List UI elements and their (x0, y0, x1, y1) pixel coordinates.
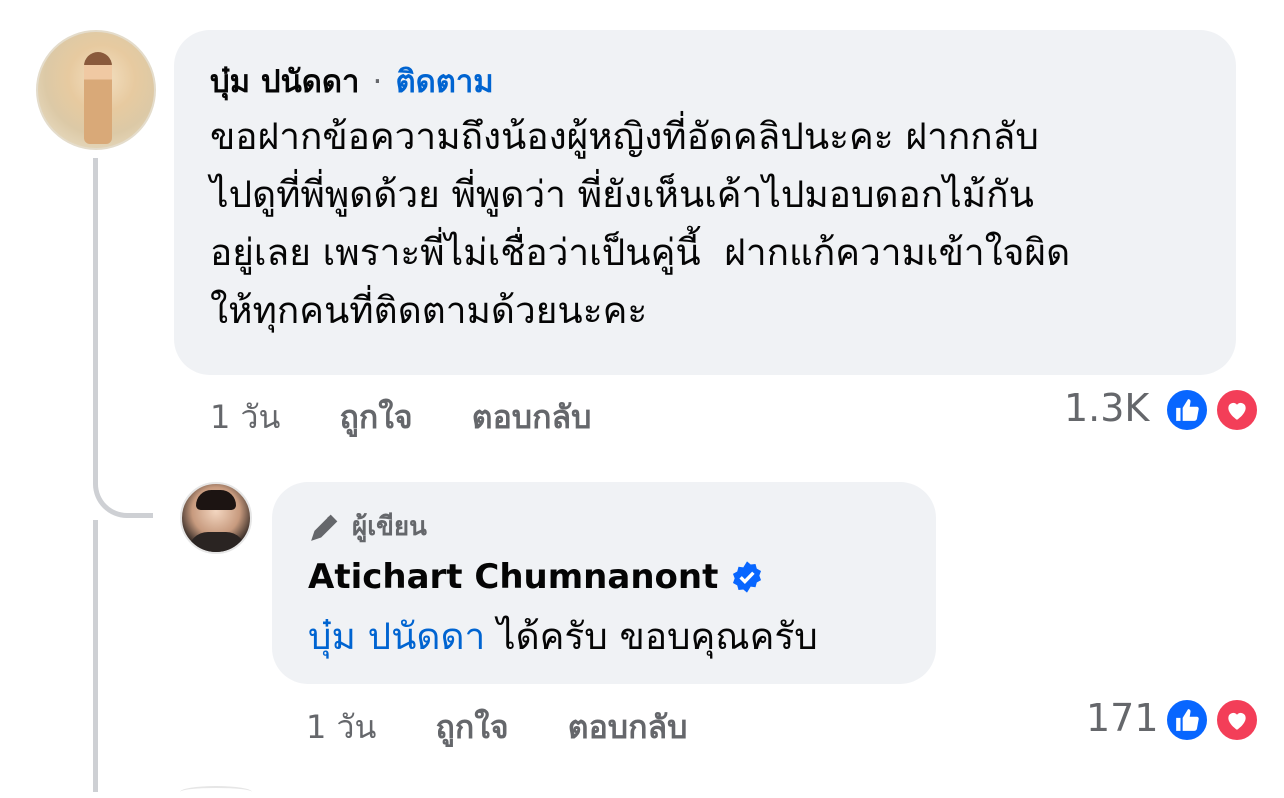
reply-reaction-count[interactable]: 171 (1086, 696, 1159, 740)
reply-author-row: Atichart Chumnanont (308, 557, 900, 597)
reply-button[interactable]: ตอบกลับ (472, 398, 592, 436)
comment-actions: 1 วัน ถูกใจ ตอบกลับ (210, 392, 639, 443)
comment-time[interactable]: 1 วัน (210, 398, 280, 436)
comment-line: ไปดูที่พี่พูดด้วย พี่พูดว่า พี่ยังเห็นเค… (210, 173, 1034, 216)
reply-text: บุ๋ม ปนัดดา ได้ครับ ขอบคุณครับ (308, 607, 900, 666)
author-badge-label: ผู้เขียน (352, 512, 427, 542)
like-button[interactable]: ถูกใจ (340, 398, 413, 436)
reaction-count[interactable]: 1.3K (1064, 386, 1149, 430)
comment-header: บุ๋ม ปนัดดา · ติดตาม (210, 56, 1196, 106)
comment-text: ขอฝากข้อความถึงน้องผู้หญิงที่อัดคลิปนะคะ… (210, 108, 1196, 340)
comment-author-name[interactable]: บุ๋ม ปนัดดา (210, 64, 359, 100)
follow-button[interactable]: ติดตาม (396, 64, 494, 100)
avatar-figure (84, 52, 112, 144)
comment-bubble: บุ๋ม ปนัดดา · ติดตาม ขอฝากข้อความถึงน้อง… (174, 30, 1236, 375)
reply-author-name[interactable]: Atichart Chumnanont (308, 557, 718, 597)
reply-time[interactable]: 1 วัน (306, 708, 376, 746)
reply-actions: 1 วัน ถูกใจ ตอบกลับ (306, 702, 735, 753)
next-avatar (180, 786, 252, 798)
reply-bubble: ผู้เขียน Atichart Chumnanont บุ๋ม ปนัดดา… (272, 482, 936, 684)
verified-badge-icon (733, 561, 762, 593)
thread-line (93, 520, 98, 792)
avatar[interactable] (36, 30, 156, 150)
thread-line-top (93, 158, 98, 478)
avatar-body (188, 532, 246, 552)
love-icon (1214, 697, 1260, 743)
love-icon (1214, 387, 1260, 433)
comment-line: ให้ทุกคนที่ติดตามด้วยนะคะ (210, 289, 648, 332)
reply-connector-line (93, 470, 153, 518)
avatar-hair (196, 490, 236, 510)
comment-line: อยู่เลย เพราะพี่ไม่เชื่อว่าเป็นคู่นี้ ฝา… (210, 231, 1071, 274)
reply-message: ได้ครับ ขอบคุณครับ (485, 615, 818, 658)
author-badge: ผู้เขียน (308, 506, 900, 547)
separator-dot: · (372, 64, 383, 100)
comment-line: ขอฝากข้อความถึงน้องผู้หญิงที่อัดคลิปนะคะ… (210, 115, 1039, 158)
pen-icon (311, 514, 338, 541)
mention-link[interactable]: บุ๋ม ปนัดดา (308, 615, 485, 658)
reply-avatar[interactable] (180, 482, 252, 554)
reply-reply-button[interactable]: ตอบกลับ (568, 708, 688, 746)
like-icon (1164, 697, 1210, 743)
like-icon (1164, 387, 1210, 433)
reply-like-button[interactable]: ถูกใจ (436, 708, 509, 746)
